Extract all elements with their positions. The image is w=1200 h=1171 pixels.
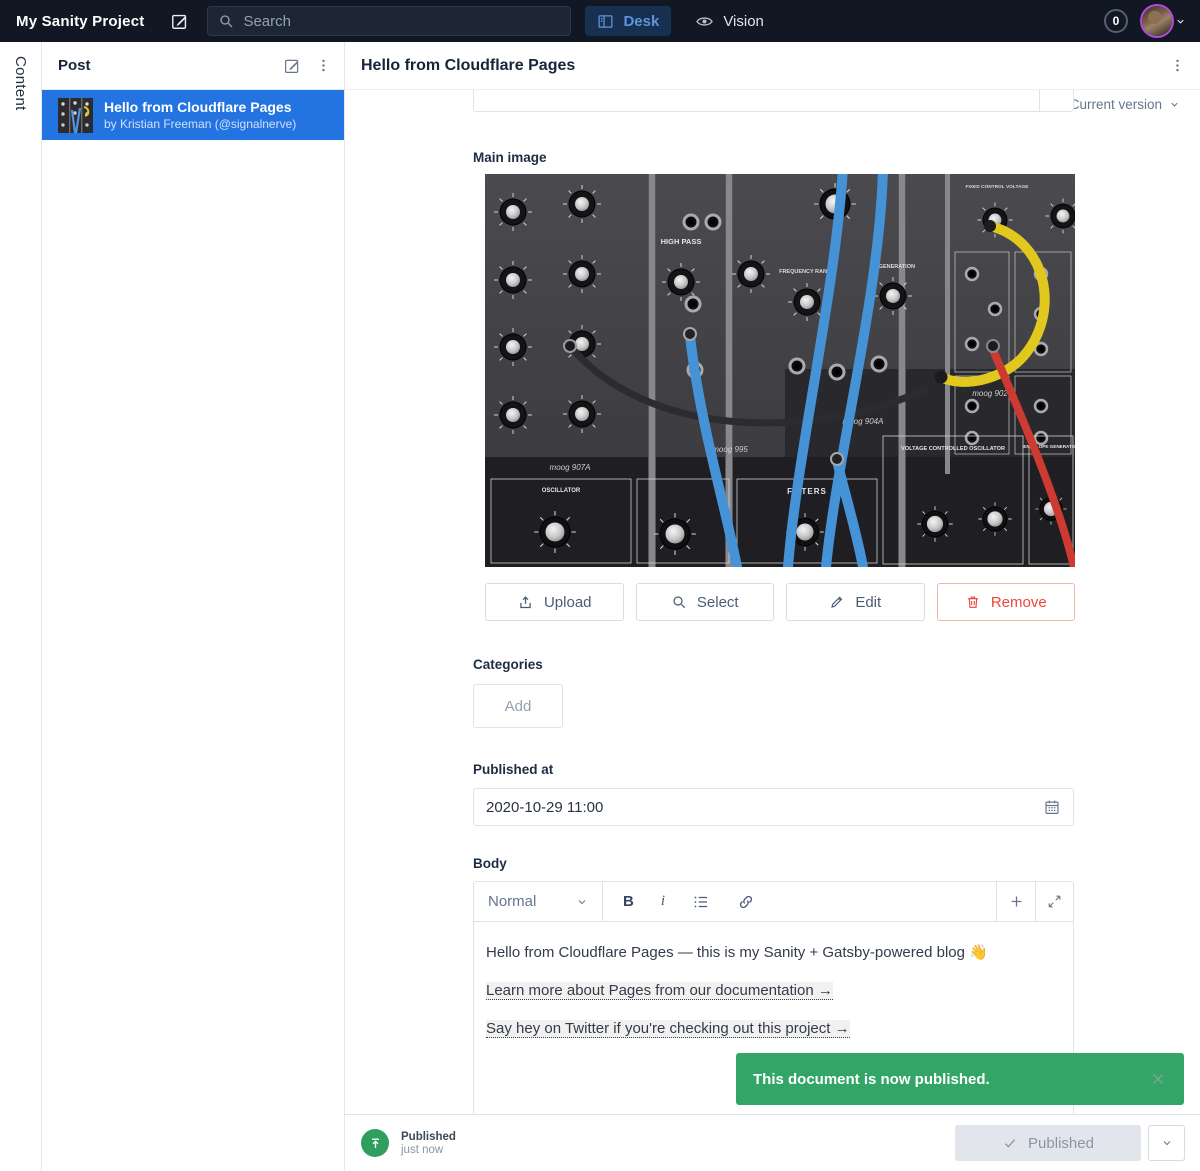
document-footer: Published just now Published (345, 1114, 1200, 1171)
expand-icon (1047, 894, 1062, 909)
pane-title: Post (58, 57, 91, 74)
calendar-icon[interactable] (1043, 798, 1061, 816)
post-list-header: Post (42, 42, 344, 90)
document-pane: Hello from Cloudflare Pages Current vers… (345, 42, 1200, 1171)
bold-button[interactable]: B (623, 893, 634, 910)
document-scroll-area[interactable]: Current version Main image (345, 90, 1200, 1114)
user-menu[interactable] (1142, 6, 1186, 36)
tab-vision[interactable]: Vision (683, 6, 776, 36)
main-image-photo[interactable]: HIGH PASS FREQUENCY RANGE REGE (485, 174, 1075, 567)
select-button[interactable]: Select (636, 583, 775, 621)
field-label: Body (473, 856, 1074, 871)
date-input[interactable] (473, 788, 1074, 826)
svg-text:HIGH PASS: HIGH PASS (661, 237, 702, 246)
categories-field: Categories Add (473, 657, 1074, 728)
topbar: My Sanity Project Desk (0, 0, 1200, 42)
status-title: Published (401, 1131, 456, 1143)
chevron-down-icon (1169, 99, 1180, 110)
body-link-documentation[interactable]: Learn more about Pages from our document… (486, 982, 833, 1000)
avatar[interactable] (1142, 6, 1172, 36)
tab-desk[interactable]: Desk (585, 6, 671, 36)
check-icon (1002, 1135, 1018, 1151)
post-list-pane: Post (42, 42, 345, 1171)
publish-status-icon (361, 1129, 389, 1157)
version-selector[interactable]: Current version (1070, 90, 1200, 118)
pencil-icon (829, 594, 845, 610)
publish-menu-button[interactable] (1148, 1125, 1185, 1161)
publish-status: Published just now (401, 1131, 456, 1156)
italic-button[interactable]: i (661, 893, 665, 910)
body-paragraph[interactable]: Hello from Cloudflare Pages — this is my… (486, 943, 1061, 961)
editor-toolbar: Normal B i (474, 882, 1073, 922)
create-post-icon[interactable] (283, 57, 301, 75)
search-icon (671, 594, 687, 610)
field-label: Published at (473, 762, 1074, 777)
new-document-icon[interactable] (170, 12, 189, 31)
field-label: Main image (473, 150, 1074, 165)
pane-menu-icon[interactable] (315, 57, 332, 74)
search-field[interactable] (243, 13, 560, 30)
document-menu-icon[interactable] (1169, 57, 1186, 74)
published-at-field: Published at (473, 762, 1074, 826)
svg-text:moog 995: moog 995 (712, 445, 748, 454)
slug-field-cutoff[interactable] (473, 90, 1074, 112)
svg-text:moog 907A: moog 907A (550, 463, 591, 472)
slug-generate-button[interactable] (1039, 90, 1073, 111)
list-item-post[interactable]: Hello from Cloudflare Pages by Kristian … (42, 90, 344, 140)
notifications-badge[interactable]: 0 (1104, 9, 1128, 33)
post-item-title: Hello from Cloudflare Pages (104, 99, 296, 115)
svg-text:FIXED CONTROL VOLTAGE: FIXED CONTROL VOLTAGE (966, 184, 1030, 190)
content-rail-label: Content (12, 56, 29, 1171)
svg-text:VOLTAGE CONTROLLED OSCILLATOR: VOLTAGE CONTROLLED OSCILLATOR (901, 446, 1005, 452)
sanity-studio-app: My Sanity Project Desk (0, 0, 1200, 1171)
chevron-down-icon (576, 896, 588, 908)
content-rail[interactable]: Content (0, 42, 42, 1171)
fullscreen-button[interactable] (1035, 882, 1073, 921)
bullet-list-icon[interactable] (692, 893, 710, 911)
desk-icon (597, 13, 614, 30)
post-thumbnail (58, 98, 93, 133)
svg-text:OSCILLATOR: OSCILLATOR (542, 488, 581, 494)
chevron-down-icon (1161, 1137, 1173, 1149)
add-category-button[interactable]: Add (473, 684, 563, 728)
chevron-down-icon (1175, 16, 1186, 27)
link-icon[interactable] (737, 893, 755, 911)
search-input[interactable] (207, 6, 571, 36)
status-time: just now (401, 1144, 456, 1156)
project-title: My Sanity Project (16, 13, 144, 30)
trash-icon (965, 594, 981, 610)
document-form: Main image (345, 90, 1200, 1114)
main-image-field: Main image (473, 150, 1074, 621)
upload-icon (517, 594, 534, 611)
publish-button[interactable]: Published (955, 1125, 1141, 1161)
upload-button[interactable]: Upload (485, 583, 624, 621)
document-title: Hello from Cloudflare Pages (361, 57, 575, 75)
svg-text:moog 902: moog 902 (972, 389, 1008, 398)
toast-message: This document is now published. (753, 1071, 990, 1088)
eye-icon (695, 12, 714, 31)
body-link-twitter[interactable]: Say hey on Twitter if you're checking ou… (486, 1020, 850, 1038)
edit-button[interactable]: Edit (786, 583, 925, 621)
plus-icon (1008, 893, 1025, 910)
format-buttons: B i (602, 882, 996, 921)
remove-button[interactable]: Remove (937, 583, 1076, 621)
close-icon[interactable] (1149, 1070, 1167, 1088)
image-actions: Upload Select (485, 583, 1075, 621)
post-item-texts: Hello from Cloudflare Pages by Kristian … (104, 99, 296, 131)
field-label: Categories (473, 657, 1074, 672)
insert-block-button[interactable] (996, 882, 1035, 921)
document-header: Hello from Cloudflare Pages (345, 42, 1200, 90)
paragraph-style-select[interactable]: Normal (474, 882, 602, 921)
published-toast: This document is now published. (736, 1053, 1184, 1105)
published-at-input[interactable] (486, 799, 1043, 816)
app-body: Content Post (0, 42, 1200, 1171)
search-icon (218, 13, 234, 29)
post-item-subtitle: by Kristian Freeman (@signalnerve) (104, 117, 296, 131)
